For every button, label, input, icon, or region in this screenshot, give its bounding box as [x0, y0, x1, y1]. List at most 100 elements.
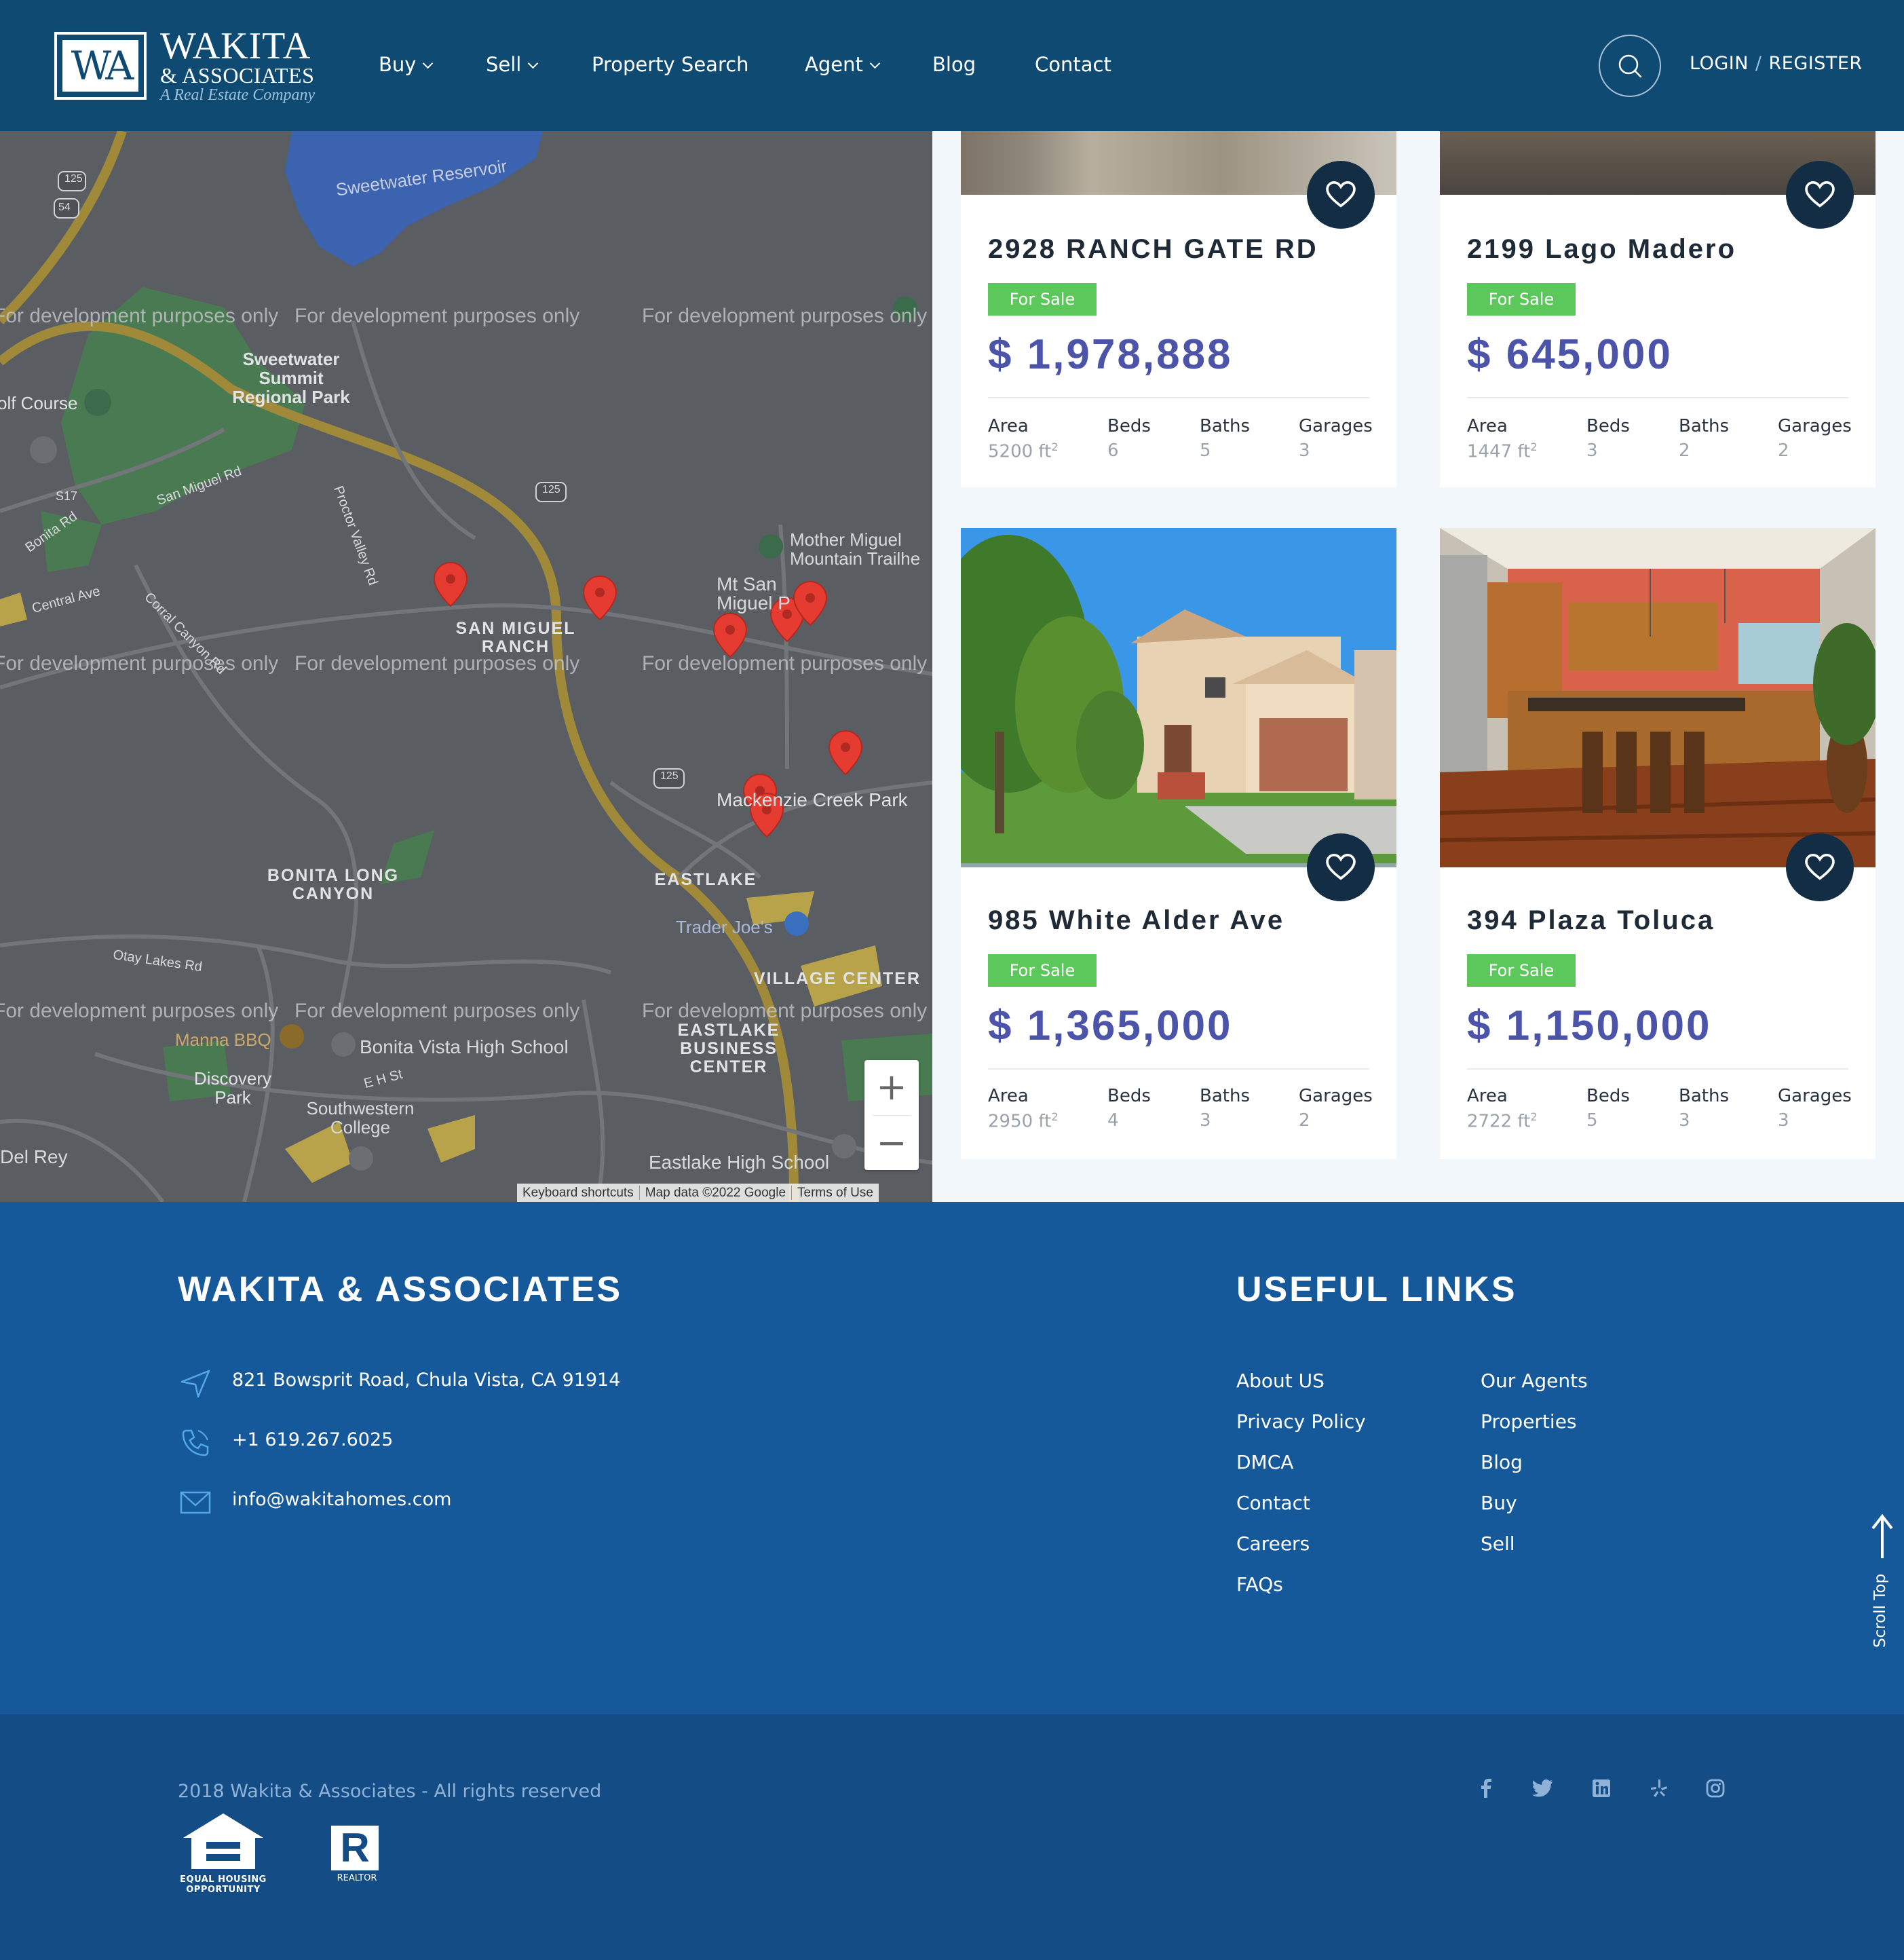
nav-label: Property Search [592, 53, 749, 76]
spec-label: Garages [1778, 416, 1852, 436]
status-badge: For Sale [1467, 283, 1576, 316]
auth-separator: / [1755, 53, 1762, 74]
divider [988, 397, 1369, 398]
footer-link-agents[interactable]: Our Agents [1481, 1370, 1588, 1392]
heart-icon [1805, 181, 1835, 208]
login-link[interactable]: LOGIN [1690, 53, 1749, 74]
nav-label: Buy [379, 53, 417, 76]
footer-link-buy[interactable]: Buy [1481, 1492, 1517, 1514]
map-label-neighborhood: SAN MIGUEL RANCH [455, 619, 576, 656]
register-link[interactable]: REGISTER [1769, 53, 1863, 74]
footer-link-sell[interactable]: Sell [1481, 1532, 1515, 1555]
favorite-button[interactable] [1307, 833, 1375, 901]
listing-title[interactable]: 2199 Lago Madero [1467, 234, 1736, 265]
route-label: 125 [542, 484, 560, 495]
listing-card[interactable]: 2199 Lago Madero For Sale $ 645,000 Area… [1440, 131, 1876, 487]
spec-garages: Garages 2 [1778, 416, 1852, 461]
phone-icon [182, 1429, 209, 1456]
nav-buy[interactable]: Buy [379, 53, 434, 76]
nav-contact[interactable]: Contact [1035, 53, 1111, 76]
search-button[interactable] [1599, 35, 1661, 97]
listing-photo[interactable] [961, 528, 1396, 867]
footer-link-contact[interactable]: Contact [1236, 1492, 1310, 1514]
footer-link-about[interactable]: About US [1236, 1370, 1325, 1392]
spec-baths: Baths 2 [1679, 416, 1729, 461]
nav-label: Agent [805, 53, 863, 76]
listing-title[interactable]: 2928 RANCH GATE RD [988, 234, 1318, 265]
map-label-restaurant: Manna BBQ [175, 1030, 271, 1050]
realtor-mark: R [331, 1826, 379, 1870]
map-watermark: For development purposes only [294, 1000, 580, 1022]
footer-company-title: WAKITA & ASSOCIATES [178, 1270, 622, 1309]
footer-link-privacy[interactable]: Privacy Policy [1236, 1410, 1366, 1433]
scroll-top-button[interactable]: Scroll Top [1865, 1513, 1904, 1670]
listing-card[interactable]: 2928 RANCH GATE RD For Sale $ 1,978,888 … [961, 131, 1396, 487]
footer-link-dmca[interactable]: DMCA [1236, 1451, 1293, 1473]
listing-grid: 2928 RANCH GATE RD For Sale $ 1,978,888 … [932, 131, 1904, 1202]
nav-property-search[interactable]: Property Search [592, 53, 749, 76]
listing-price: $ 1,365,000 [988, 1002, 1233, 1049]
map-attribution: Keyboard shortcuts Map data ©2022 Google T… [517, 1184, 879, 1202]
map-label-park-discovery: Discovery Park [193, 1068, 272, 1108]
equal-housing-logo: EQUAL HOUSING OPPORTUNITY [179, 1811, 267, 1895]
eho-line1: EQUAL HOUSING [180, 1874, 267, 1885]
footer-email[interactable]: info@wakitahomes.com [232, 1489, 451, 1510]
nav-sell[interactable]: Sell [486, 53, 539, 76]
navigation-arrow-icon [180, 1370, 210, 1398]
yelp-icon[interactable] [1650, 1778, 1668, 1798]
spec-area: Area 2722 ft2 [1467, 1086, 1538, 1132]
logo-tagline: A Real Estate Company [160, 86, 316, 104]
spec-label: Area [988, 416, 1029, 436]
twitter-icon[interactable] [1532, 1778, 1554, 1798]
listing-card[interactable]: 394 Plaza Toluca For Sale $ 1,150,000 Ar… [1440, 528, 1876, 1159]
listing-price: $ 645,000 [1467, 331, 1673, 378]
listing-title[interactable]: 985 White Alder Ave [988, 905, 1284, 936]
listing-title[interactable]: 394 Plaza Toluca [1467, 905, 1715, 936]
nav-label: Sell [486, 53, 522, 76]
footer-link-properties[interactable]: Properties [1481, 1410, 1577, 1433]
map-label-neighborhood: EASTLAKE [654, 870, 757, 889]
chevron-down-icon [528, 58, 539, 69]
instagram-icon[interactable] [1706, 1778, 1725, 1798]
spec-label: Baths [1200, 416, 1250, 436]
map-watermark: For development purposes only [642, 1000, 928, 1022]
nav-label: Contact [1035, 53, 1111, 76]
spec-value: 2 [1778, 440, 1789, 461]
linkedin-icon[interactable] [1592, 1778, 1611, 1798]
spec-garages: Garages 3 [1299, 416, 1373, 461]
logo-wordmark[interactable]: WAKITA & ASSOCIATES A Real Estate Compan… [160, 27, 315, 105]
listing-price: $ 1,978,888 [988, 331, 1233, 378]
nav-blog[interactable]: Blog [932, 53, 976, 76]
spec-value: 6 [1107, 440, 1119, 461]
scroll-top-label: Scroll Top [1871, 1573, 1889, 1648]
spec-beds: Beds 3 [1586, 416, 1630, 461]
footer-phone[interactable]: +1 619.267.6025 [232, 1429, 393, 1450]
logo-mark[interactable]: WA [54, 32, 147, 100]
nav-agent[interactable]: Agent [805, 53, 881, 76]
spec-baths: Baths 3 [1679, 1086, 1729, 1131]
terms-of-use-link[interactable]: Terms of Use [792, 1186, 879, 1200]
map-pin [712, 613, 748, 658]
map-label-neighborhood: BONITA LONG CANYON [267, 866, 400, 903]
copyright-text: 2018 Wakita & Associates - All rights re… [178, 1781, 602, 1802]
spec-value: 2 [1679, 440, 1690, 461]
spec-value: 5200 ft2 [988, 440, 1059, 462]
favorite-button[interactable] [1307, 161, 1375, 229]
footer-link-faqs[interactable]: FAQs [1236, 1573, 1283, 1596]
spec-value: 3 [1299, 440, 1310, 461]
route-label: 54 [58, 202, 71, 213]
zoom-out-button[interactable]: − [864, 1116, 919, 1170]
favorite-button[interactable] [1786, 161, 1854, 229]
keyboard-shortcuts-link[interactable]: Keyboard shortcuts [517, 1186, 640, 1200]
map-watermark: For development purposes only [642, 305, 928, 327]
listing-photo[interactable] [1440, 528, 1876, 867]
spec-value: 1447 ft2 [1467, 440, 1538, 462]
footer-link-careers[interactable]: Careers [1236, 1532, 1310, 1555]
footer-link-blog[interactable]: Blog [1481, 1451, 1523, 1473]
facebook-icon[interactable] [1479, 1778, 1494, 1798]
divider [1467, 397, 1848, 398]
favorite-button[interactable] [1786, 833, 1854, 901]
property-map[interactable]: For development purposes only For develo… [0, 131, 932, 1202]
zoom-in-button[interactable]: + [864, 1060, 919, 1114]
listing-card[interactable]: 985 White Alder Ave For Sale $ 1,365,000… [961, 528, 1396, 1159]
